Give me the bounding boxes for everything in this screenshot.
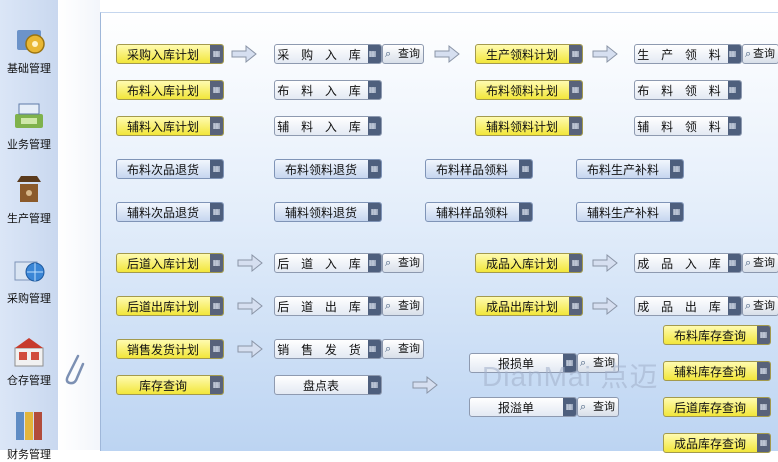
purchase-in-plan-button[interactable]: 采购入库计划 (116, 44, 224, 64)
accessory-prod-supplement-button[interactable]: 辅料生产补料 (576, 202, 684, 222)
arrow-right-icon (412, 375, 438, 395)
arrow-right-icon (237, 339, 263, 359)
globe-purchase-icon (14, 261, 45, 282)
sidebar-item-business[interactable]: 业务管理 (0, 98, 58, 152)
fabric-defect-return-button[interactable]: 布料次品退货 (116, 159, 224, 179)
sidebar-item-label: 仓存管理 (7, 374, 51, 387)
production-pick-query-button[interactable]: ⌕ 查询 (742, 44, 778, 64)
scrap-report-query-button[interactable]: ⌕ 查询 (577, 397, 619, 417)
sidebar-item-purchase[interactable]: 采购管理 (0, 252, 58, 306)
finished-stock-query-button[interactable]: 成品库存查询 (663, 433, 771, 453)
accessory-in-plan-button[interactable]: 辅料入库计划 (116, 116, 224, 136)
inventory-sheet-button[interactable]: 盘点表 (274, 375, 382, 395)
cash-register-icon (15, 103, 43, 128)
post-out-plan-button[interactable]: 后道出库计划 (116, 296, 224, 316)
sidebar-item-label: 生产管理 (7, 212, 51, 225)
arrow-right-icon (592, 44, 618, 64)
finished-in-plan-button[interactable]: 成品入库计划 (475, 253, 583, 273)
sales-ship-query-button[interactable]: ⌕ 查询 (382, 339, 424, 359)
sidebar-item-basic[interactable]: 基础管理 (0, 22, 58, 76)
fabric-pick-plan-button[interactable]: 布料领料计划 (475, 80, 583, 100)
purchase-in-query-button[interactable]: ⌕ 查询 (382, 44, 424, 64)
paperclip-icon (65, 354, 85, 385)
accessory-pick-plan-button[interactable]: 辅料领料计划 (475, 116, 583, 136)
magnifier-icon: ⌕ (385, 299, 392, 312)
post-out-query-button[interactable]: ⌕ 查询 (382, 296, 424, 316)
production-pick-plan-button[interactable]: 生产领料计划 (475, 44, 583, 64)
sidebar-item-label: 基础管理 (7, 62, 51, 75)
sidebar-item-label: 财务管理 (7, 448, 51, 461)
stock-query-button[interactable]: 库存查询 (116, 375, 224, 395)
sidebar-item-label: 采购管理 (7, 292, 51, 305)
fabric-in-plan-button[interactable]: 布料入库计划 (116, 80, 224, 100)
arrow-right-icon (592, 296, 618, 316)
post-in-plan-button[interactable]: 后道入库计划 (116, 253, 224, 273)
loss-report-button[interactable]: 报损单 (469, 353, 577, 373)
coffee-grinder-icon (17, 176, 41, 202)
loss-report-query-button[interactable]: ⌕ 查询 (577, 353, 619, 373)
accessory-defect-return-button[interactable]: 辅料次品退货 (116, 202, 224, 222)
scrap-report-button[interactable]: 报溢单 (469, 397, 577, 417)
sidebar: 基础管理 业务管理 生产管理 采购管理 仓存管理 财务管理 (0, 0, 58, 461)
warehouse-boxes-icon (14, 338, 44, 367)
finished-in-button[interactable]: 成 品 入 库 (634, 253, 742, 273)
accessory-stock-query-button[interactable]: 辅料库存查询 (663, 361, 771, 381)
fabric-sample-pick-button[interactable]: 布料样品领料 (425, 159, 533, 179)
accessory-pick-return-button[interactable]: 辅料领料退货 (274, 202, 382, 222)
arrow-right-icon (237, 253, 263, 273)
post-in-query-button[interactable]: ⌕ 查询 (382, 253, 424, 273)
fabric-in-button[interactable]: 布 料 入 库 (274, 80, 382, 100)
accessory-in-button[interactable]: 辅 料 入 库 (274, 116, 382, 136)
sidebar-item-production[interactable]: 生产管理 (0, 172, 58, 226)
magnifier-icon: ⌕ (580, 356, 587, 369)
magnifier-icon: ⌕ (745, 256, 752, 269)
purchase-in-button[interactable]: 采 购 入 库 (274, 44, 382, 64)
production-pick-button[interactable]: 生 产 领 料 (634, 44, 742, 64)
fabric-stock-query-button[interactable]: 布料库存查询 (663, 325, 771, 345)
accessory-sample-pick-button[interactable]: 辅料样品领料 (425, 202, 533, 222)
magnifier-icon: ⌕ (745, 47, 752, 60)
fabric-prod-supplement-button[interactable]: 布料生产补料 (576, 159, 684, 179)
magnifier-icon: ⌕ (580, 400, 587, 413)
post-stock-query-button[interactable]: 后道库存查询 (663, 397, 771, 417)
sales-ship-button[interactable]: 销 售 发 货 (274, 339, 382, 359)
finished-out-query-button[interactable]: ⌕ 查询 (742, 296, 778, 316)
arrow-right-icon (231, 44, 257, 64)
fabric-pick-return-button[interactable]: 布料领料退货 (274, 159, 382, 179)
arrow-right-icon (434, 44, 460, 64)
arrow-right-icon (592, 253, 618, 273)
magnifier-icon: ⌕ (385, 342, 392, 355)
magnifier-icon: ⌕ (385, 256, 392, 269)
gear-settings-icon (17, 30, 45, 54)
fabric-pick-button[interactable]: 布 料 领 料 (634, 80, 742, 100)
magnifier-icon: ⌕ (745, 299, 752, 312)
main-panel: 采购入库计划 采 购 入 库 ⌕查询 生产领料计划 生 产 领 料 ⌕查询 布料… (100, 12, 778, 453)
sidebar-item-finance[interactable]: 财务管理 (0, 408, 58, 462)
sales-ship-plan-button[interactable]: 销售发货计划 (116, 339, 224, 359)
sidebar-item-label: 业务管理 (7, 138, 51, 151)
ledger-books-icon (16, 412, 42, 440)
finished-in-query-button[interactable]: ⌕ 查询 (742, 253, 778, 273)
finished-out-button[interactable]: 成 品 出 库 (634, 296, 742, 316)
magnifier-icon: ⌕ (385, 47, 392, 60)
accessory-pick-button[interactable]: 辅 料 领 料 (634, 116, 742, 136)
finished-out-plan-button[interactable]: 成品出库计划 (475, 296, 583, 316)
post-in-button[interactable]: 后 道 入 库 (274, 253, 382, 273)
arrow-right-icon (237, 296, 263, 316)
sidebar-item-warehouse[interactable]: 仓存管理 (0, 334, 58, 388)
post-out-button[interactable]: 后 道 出 库 (274, 296, 382, 316)
